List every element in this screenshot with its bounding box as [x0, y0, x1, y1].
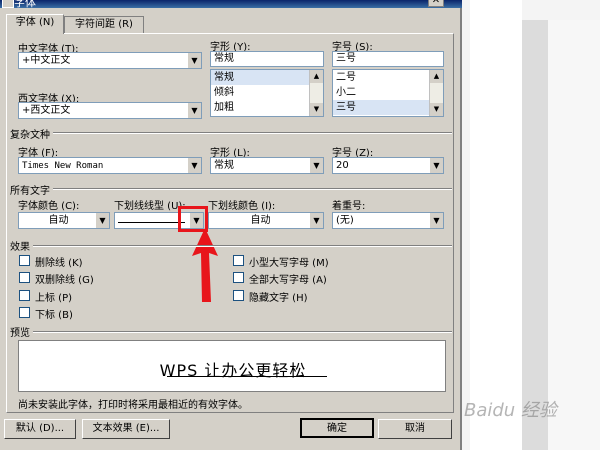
complex-font-select[interactable]: Times New Roman ▼: [18, 157, 202, 174]
western-font-select[interactable]: +西文正文 ▼: [18, 102, 202, 119]
text-effects-button[interactable]: 文本效果 (E)...: [82, 419, 170, 439]
close-button[interactable]: ✕: [428, 0, 444, 7]
strikethrough-label: 删除线 (K): [35, 258, 83, 269]
size-scrollbar[interactable]: ▲ ▼: [429, 70, 443, 116]
preview-group-title: 预览: [10, 324, 33, 339]
complex-style-select[interactable]: 常规 ▼: [210, 157, 324, 174]
all-text-group-title: 所有文字: [10, 182, 53, 197]
preview-box: WPS 让办公更轻松: [18, 340, 446, 392]
hidden-text-checkbox[interactable]: [233, 290, 244, 301]
document-page: [470, 0, 522, 450]
chevron-down-icon[interactable]: ▼: [187, 53, 201, 68]
preview-divider: [12, 331, 452, 333]
font-color-label: 字体颜色 (C):: [18, 201, 80, 212]
chevron-down-icon[interactable]: ▼: [187, 103, 201, 118]
style-input[interactable]: 常规: [210, 51, 324, 67]
effects-divider: [12, 245, 452, 247]
document-page-2: [548, 20, 600, 450]
ok-button[interactable]: 确定: [300, 418, 374, 438]
size-option[interactable]: 小二: [333, 85, 443, 100]
all-caps-label: 全部大写字母 (A): [249, 275, 327, 286]
red-arrow-icon: [192, 228, 218, 302]
underline-color-label: 下划线颜色 (I):: [208, 201, 276, 212]
style-option[interactable]: 倾斜: [211, 85, 323, 100]
complex-group-title: 复杂文种: [10, 126, 53, 141]
style-option[interactable]: 常规: [211, 70, 323, 85]
window-title: 字体: [14, 0, 36, 9]
chevron-down-icon[interactable]: ▼: [95, 213, 109, 228]
underline-color-value: 自动: [250, 215, 271, 226]
chinese-font-select[interactable]: +中文正文 ▼: [18, 52, 202, 69]
subscript-checkbox[interactable]: [19, 307, 30, 318]
app-icon: [2, 0, 14, 8]
scroll-down-icon[interactable]: ▼: [430, 103, 443, 116]
style-list[interactable]: 常规 倾斜 加粗 ▲ ▼: [210, 69, 324, 117]
complex-divider: [12, 132, 452, 134]
underline-type-label: 下划线线型 (U):: [114, 201, 186, 212]
tab-character-spacing[interactable]: 字符间距 (R): [64, 16, 144, 34]
double-strikethrough-label: 双删除线 (G): [35, 275, 94, 286]
small-caps-checkbox[interactable]: [233, 255, 244, 266]
hidden-text-label: 隐藏文字 (H): [249, 293, 308, 304]
preview-note: 尚未安装此字体，打印时将采用最相近的有效字体。: [18, 400, 248, 411]
font-color-select[interactable]: 自动 ▼: [18, 212, 110, 229]
watermark: Baidu 经验: [464, 400, 557, 421]
subscript-label: 下标 (B): [35, 310, 73, 321]
chevron-down-icon[interactable]: ▼: [429, 213, 443, 228]
emphasis-select[interactable]: (无) ▼: [332, 212, 444, 229]
chevron-down-icon[interactable]: ▼: [309, 213, 323, 228]
all-caps-checkbox[interactable]: [233, 272, 244, 283]
size-option[interactable]: 三号: [333, 100, 443, 115]
complex-style-value: 常规: [214, 160, 234, 171]
size-list[interactable]: 二号 小二 三号 ▲ ▼: [332, 69, 444, 117]
western-font-value: +西文正文: [22, 105, 71, 116]
small-caps-label: 小型大写字母 (M): [249, 258, 329, 269]
font-color-value: 自动: [48, 215, 69, 226]
style-option[interactable]: 加粗: [211, 100, 323, 115]
chevron-down-icon[interactable]: ▼: [187, 158, 201, 173]
superscript-checkbox[interactable]: [19, 290, 30, 301]
size-input[interactable]: 三号: [332, 51, 444, 67]
cancel-button[interactable]: 取消: [378, 419, 452, 439]
scroll-up-icon[interactable]: ▲: [310, 70, 323, 83]
tab-font[interactable]: 字体 (N): [6, 14, 64, 34]
style-scrollbar[interactable]: ▲ ▼: [309, 70, 323, 116]
complex-size-value: 20: [336, 160, 349, 171]
preview-text: WPS 让办公更轻松: [159, 361, 307, 380]
preview-underline: [167, 376, 327, 377]
chinese-font-value: +中文正文: [22, 55, 71, 66]
complex-font-value: Times New Roman: [22, 161, 104, 171]
default-button[interactable]: 默认 (D)...: [4, 419, 76, 439]
chevron-down-icon[interactable]: ▼: [429, 158, 443, 173]
complex-size-select[interactable]: 20 ▼: [332, 157, 444, 174]
title-bar: [0, 0, 462, 8]
scroll-up-icon[interactable]: ▲: [430, 70, 443, 83]
underline-color-select[interactable]: 自动 ▼: [208, 212, 324, 229]
all-text-divider: [12, 188, 452, 190]
double-strikethrough-checkbox[interactable]: [19, 272, 30, 283]
emphasis-value: (无): [336, 215, 354, 226]
underline-sample-line: [118, 222, 185, 223]
emphasis-label: 着重号:: [332, 201, 366, 212]
effects-group-title: 效果: [10, 238, 33, 253]
superscript-label: 上标 (P): [35, 293, 73, 304]
size-option[interactable]: 二号: [333, 70, 443, 85]
chevron-down-icon[interactable]: ▼: [309, 158, 323, 173]
strikethrough-checkbox[interactable]: [19, 255, 30, 266]
scroll-down-icon[interactable]: ▼: [310, 103, 323, 116]
